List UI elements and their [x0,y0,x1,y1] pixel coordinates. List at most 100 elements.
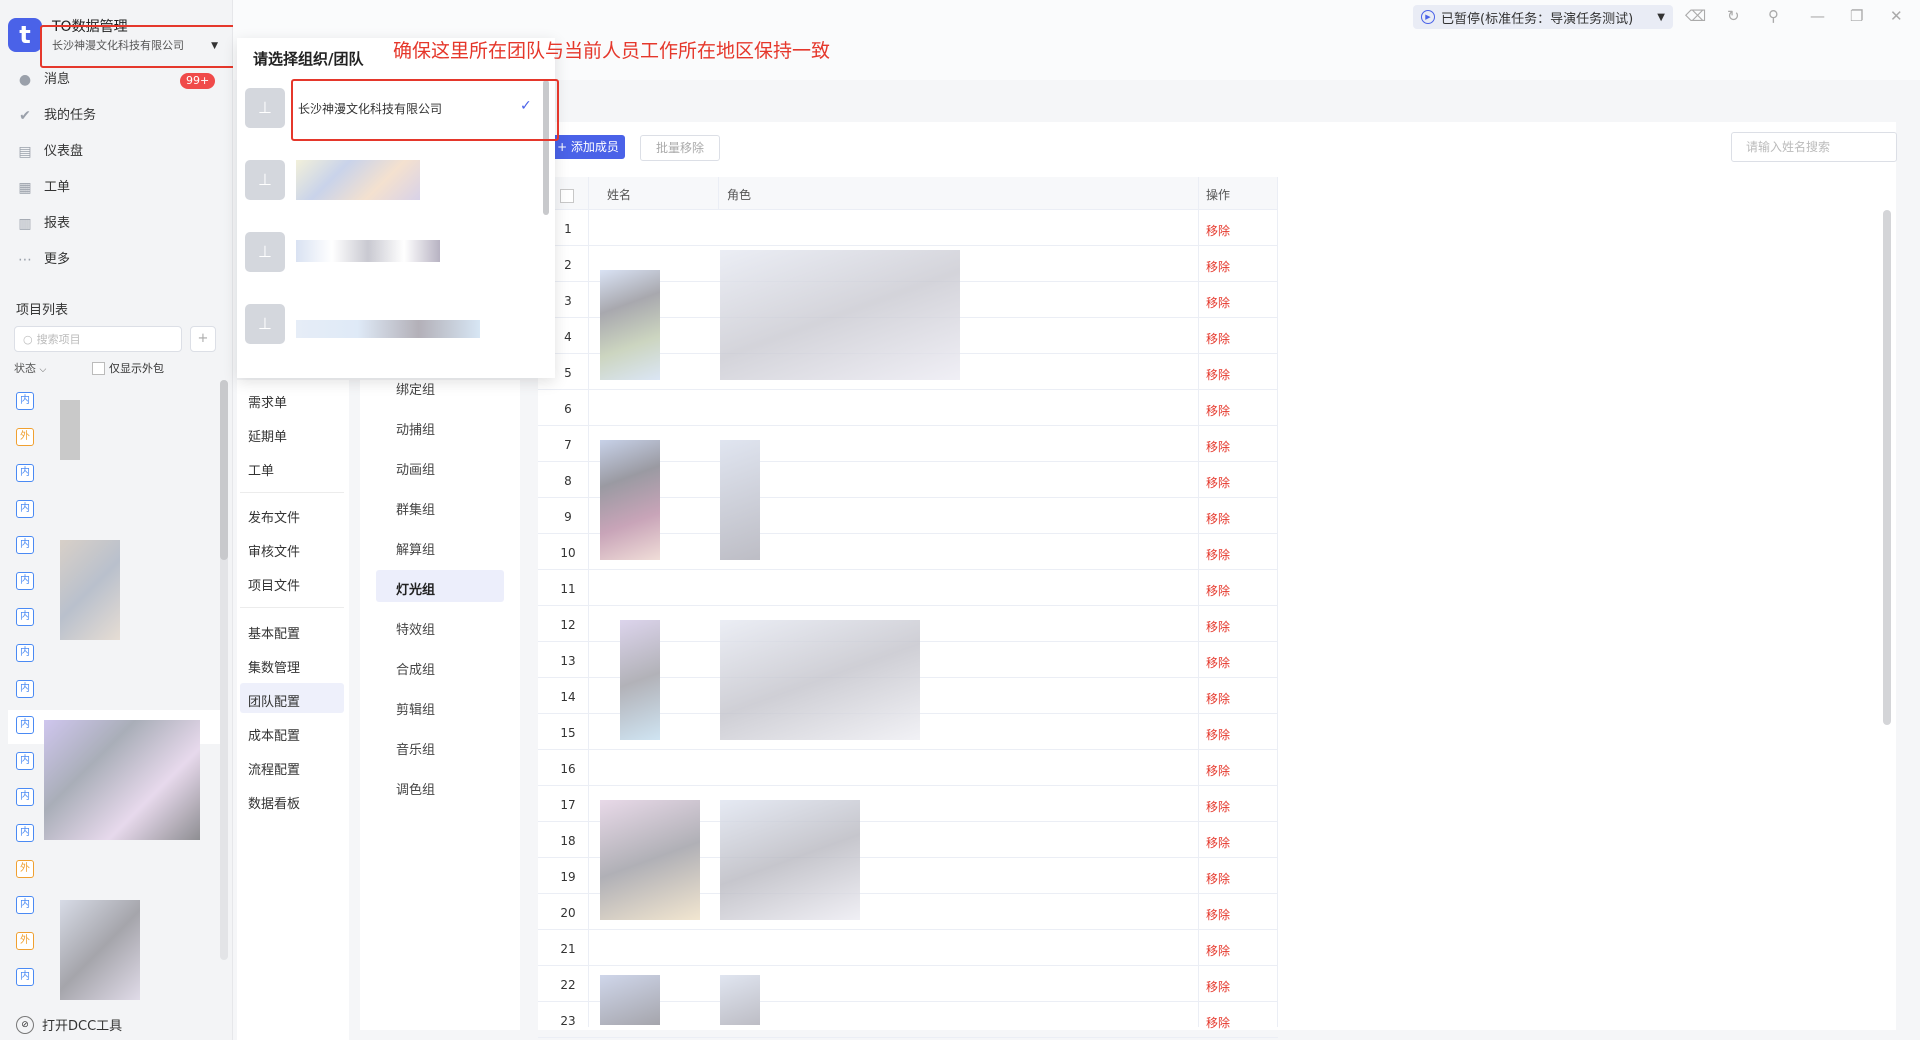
nav-my-tasks[interactable]: ✔ 我的任务 [16,101,96,131]
menu-item-publish-files[interactable]: 发布文件 [248,507,300,526]
dropdown-option-blurred[interactable] [296,240,440,262]
remove-member-link[interactable]: 移除 [1206,474,1230,491]
nav-more[interactable]: ⋯ 更多 [16,245,70,275]
remove-member-link[interactable]: 移除 [1206,618,1230,635]
group-item[interactable]: 剪辑组 [396,699,435,718]
project-tag[interactable]: 内 [16,752,34,770]
row-divider [538,389,1278,390]
menu-item-data-board[interactable]: 数据看板 [248,793,300,812]
project-tag[interactable]: 内 [16,680,34,698]
menu-divider [240,607,344,608]
nav-message[interactable]: ● 消息 [16,65,70,95]
remove-member-link[interactable]: 移除 [1206,942,1230,959]
remove-member-link[interactable]: 移除 [1206,222,1230,239]
sidebar-scrollbar[interactable] [220,380,228,960]
project-tag[interactable]: 外 [16,932,34,950]
remove-member-link[interactable]: 移除 [1206,402,1230,419]
add-project-button[interactable]: + [190,326,216,352]
dropdown-option-blurred[interactable] [296,160,420,200]
outsource-checkbox[interactable]: 仅显示外包 [92,360,164,376]
project-tag[interactable]: 内 [16,824,34,842]
bulk-remove-button[interactable]: 批量移除 [640,135,720,161]
dcc-label: 打开DCC工具 [42,1019,123,1034]
project-tag[interactable]: 内 [16,392,34,410]
project-tag[interactable]: 内 [16,572,34,590]
sidebar-scrollbar-thumb[interactable] [220,380,228,560]
status-filter[interactable]: 状态 ⌵ [14,360,46,376]
menu-item-flow-config[interactable]: 流程配置 [248,759,300,778]
group-item[interactable]: 音乐组 [396,739,435,758]
minimize-icon[interactable]: — [1810,7,1825,25]
project-tag[interactable]: 内 [16,536,34,554]
select-all-checkbox[interactable] [560,189,574,203]
group-item[interactable]: 动画组 [396,459,435,478]
annotation-text: 确保这里所在团队与当前人员工作所在地区保持一致 [393,40,831,62]
project-tag[interactable]: 内 [16,608,34,626]
project-tag[interactable]: 内 [16,896,34,914]
group-item[interactable]: 解算组 [396,539,435,558]
menu-item-demand[interactable]: 需求单 [248,392,287,411]
refresh-icon[interactable]: ↻ [1727,7,1740,25]
remove-member-link[interactable]: 移除 [1206,330,1230,347]
menu-item-team-config[interactable]: 团队配置 [248,691,300,710]
remove-member-link[interactable]: 移除 [1206,726,1230,743]
blurred-project-name [44,720,200,840]
remove-member-link[interactable]: 移除 [1206,978,1230,995]
row-divider [538,749,1278,750]
menu-item-review-files[interactable]: 审核文件 [248,541,300,560]
project-search-input[interactable]: ○ 搜索项目 [14,326,182,352]
remove-member-link[interactable]: 移除 [1206,906,1230,923]
menu-item-delay[interactable]: 延期单 [248,426,287,445]
remove-member-link[interactable]: 移除 [1206,258,1230,275]
task-status-selector[interactable]: ▶ 已暂停(标准任务：导演任务测试) ▼ [1413,5,1673,29]
remove-member-link[interactable]: 移除 [1206,654,1230,671]
remove-member-link[interactable]: 移除 [1206,762,1230,779]
group-item[interactable]: 特效组 [396,619,435,638]
project-tag[interactable]: 内 [16,788,34,806]
open-dcc-tool-button[interactable]: ⊘ 打开DCC工具 [16,1015,122,1034]
name-search-input[interactable]: 请输入姓名搜索 [1731,132,1897,162]
remove-member-link[interactable]: 移除 [1206,1014,1230,1031]
menu-item-basic-config[interactable]: 基本配置 [248,623,300,642]
nav-dashboard[interactable]: ▤ 仪表盘 [16,137,83,167]
add-member-button[interactable]: + 添加成员 [551,135,625,159]
remove-member-link[interactable]: 移除 [1206,690,1230,707]
menu-item-ticket[interactable]: 工单 [248,460,274,479]
clear-cache-icon[interactable]: ⌫ [1685,7,1706,25]
remove-member-link[interactable]: 移除 [1206,294,1230,311]
remove-member-link[interactable]: 移除 [1206,834,1230,851]
remove-member-link[interactable]: 移除 [1206,510,1230,527]
group-item[interactable]: 群集组 [396,499,435,518]
group-item[interactable]: 调色组 [396,779,435,798]
table-scrollbar[interactable] [1883,210,1891,725]
row-number: 12 [560,618,576,632]
pin-icon[interactable]: ⚲ [1768,7,1779,25]
group-item[interactable]: 绑定组 [396,379,435,398]
project-tag[interactable]: 内 [16,644,34,662]
more-icon: ⋯ [18,252,32,268]
group-item[interactable]: 合成组 [396,659,435,678]
remove-member-link[interactable]: 移除 [1206,870,1230,887]
restore-icon[interactable]: ❐ [1850,7,1863,25]
remove-member-link[interactable]: 移除 [1206,438,1230,455]
group-item-active[interactable]: 灯光组 [396,579,435,598]
remove-member-link[interactable]: 移除 [1206,546,1230,563]
project-tag[interactable]: 内 [16,716,34,734]
dropdown-option-blurred[interactable] [296,320,480,338]
project-tag[interactable]: 外 [16,860,34,878]
project-tag[interactable]: 外 [16,428,34,446]
remove-member-link[interactable]: 移除 [1206,798,1230,815]
project-tag[interactable]: 内 [16,968,34,986]
remove-member-link[interactable]: 移除 [1206,582,1230,599]
blurred-cell [720,975,760,1025]
project-tag[interactable]: 内 [16,500,34,518]
close-icon[interactable]: ✕ [1890,7,1903,25]
menu-item-episode-mgmt[interactable]: 集数管理 [248,657,300,676]
menu-item-project-files[interactable]: 项目文件 [248,575,300,594]
project-tag[interactable]: 内 [16,464,34,482]
group-item[interactable]: 动捕组 [396,419,435,438]
nav-report[interactable]: ▥ 报表 [16,209,70,239]
menu-item-cost-config[interactable]: 成本配置 [248,725,300,744]
nav-ticket[interactable]: ▦ 工单 [16,173,70,203]
remove-member-link[interactable]: 移除 [1206,366,1230,383]
